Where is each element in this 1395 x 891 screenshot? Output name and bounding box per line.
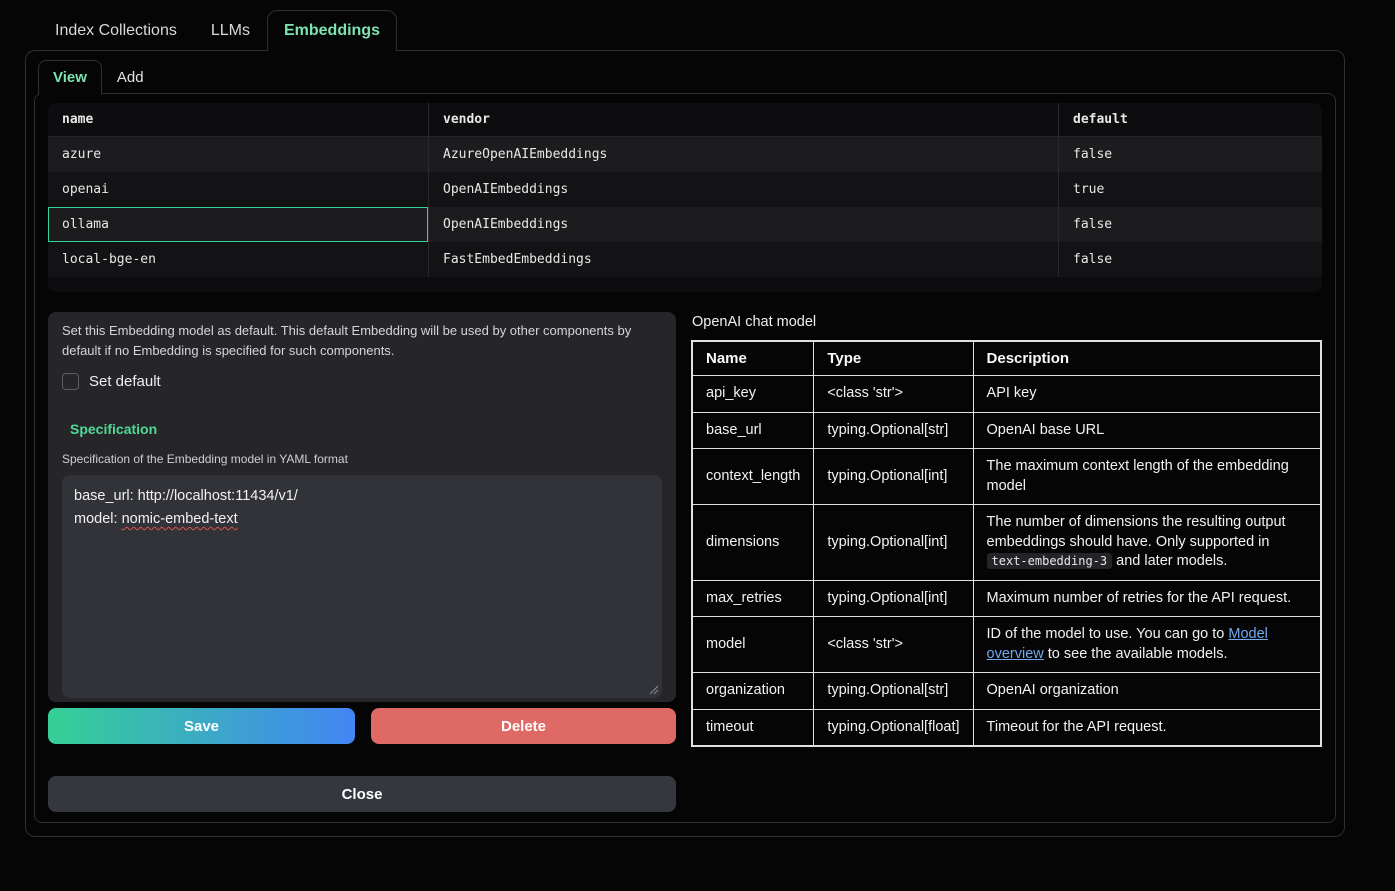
table-row[interactable]: ollamaOpenAIEmbeddingsfalse bbox=[48, 207, 1322, 242]
delete-button[interactable]: Delete bbox=[371, 708, 676, 744]
table-row[interactable]: openaiOpenAIEmbeddingstrue bbox=[48, 172, 1322, 207]
param-type: typing.Optional[int] bbox=[814, 505, 973, 581]
top-tab-bar: Index CollectionsLLMsEmbeddings bbox=[25, 10, 1370, 50]
param-type: typing.Optional[str] bbox=[814, 412, 973, 449]
docs-row-base-url: base_urltyping.Optional[str]OpenAI base … bbox=[692, 412, 1321, 449]
docs-column-type: Type bbox=[814, 341, 973, 376]
yaml-spec-editor[interactable]: base_url: http://localhost:11434/v1/ mod… bbox=[62, 475, 662, 698]
param-description: OpenAI base URL bbox=[973, 412, 1321, 449]
cell-vendor[interactable]: FastEmbedEmbeddings bbox=[428, 242, 1058, 277]
param-name: context_length bbox=[692, 449, 814, 505]
embeddings-table-body: azureAzureOpenAIEmbeddingsfalseopenaiOpe… bbox=[48, 137, 1322, 277]
param-type: typing.Optional[int] bbox=[814, 580, 973, 617]
docs-table-title: OpenAI chat model bbox=[692, 314, 1322, 330]
docs-row-api-key: api_key<class 'str'>API key bbox=[692, 376, 1321, 413]
embedding-detail-form: Set this Embedding model as default. Thi… bbox=[48, 312, 676, 702]
cell-vendor[interactable]: AzureOpenAIEmbeddings bbox=[428, 137, 1058, 172]
param-description: OpenAI organization bbox=[973, 673, 1321, 710]
misspelled-word: nomic-embed-text bbox=[122, 511, 238, 527]
param-description: API key bbox=[973, 376, 1321, 413]
param-type: <class 'str'> bbox=[814, 376, 973, 413]
cell-default[interactable]: false bbox=[1058, 207, 1322, 242]
embeddings-panel: ViewAdd namevendordefault azureAzureOpen… bbox=[25, 50, 1345, 837]
table-row[interactable]: local-bge-enFastEmbedEmbeddingsfalse bbox=[48, 242, 1322, 277]
docs-column-description: Description bbox=[973, 341, 1321, 376]
resize-handle-icon[interactable] bbox=[648, 684, 659, 695]
docs-header-row: NameTypeDescription bbox=[692, 341, 1321, 376]
cell-name[interactable]: openai bbox=[48, 172, 428, 207]
param-type: <class 'str'> bbox=[814, 617, 973, 673]
embeddings-table-header: namevendordefault bbox=[48, 103, 1322, 137]
param-name: max_retries bbox=[692, 580, 814, 617]
specification-heading: Specification bbox=[70, 421, 662, 437]
tab-add[interactable]: Add bbox=[102, 60, 159, 94]
param-name: api_key bbox=[692, 376, 814, 413]
cell-default[interactable]: false bbox=[1058, 137, 1322, 172]
save-button[interactable]: Save bbox=[48, 708, 355, 744]
cell-vendor[interactable]: OpenAIEmbeddings bbox=[428, 207, 1058, 242]
set-default-help-text: Set this Embedding model as default. Thi… bbox=[62, 321, 662, 360]
param-description: The number of dimensions the resulting o… bbox=[973, 505, 1321, 581]
column-header-name: name bbox=[48, 103, 428, 136]
set-default-checkbox[interactable] bbox=[62, 373, 79, 390]
table-row[interactable]: azureAzureOpenAIEmbeddingsfalse bbox=[48, 137, 1322, 172]
param-description: Maximum number of retries for the API re… bbox=[973, 580, 1321, 617]
param-name: model bbox=[692, 617, 814, 673]
column-header-vendor: vendor bbox=[428, 103, 1058, 136]
docs-row-timeout: timeouttyping.Optional[float]Timeout for… bbox=[692, 709, 1321, 746]
docs-table-body: api_key<class 'str'>API keybase_urltypin… bbox=[692, 376, 1321, 747]
yaml-line-1: base_url: http://localhost:11434/v1/ bbox=[74, 485, 650, 508]
param-name: base_url bbox=[692, 412, 814, 449]
view-tab-panel: namevendordefault azureAzureOpenAIEmbedd… bbox=[34, 93, 1336, 823]
tab-view[interactable]: View bbox=[38, 60, 102, 94]
cell-default[interactable]: false bbox=[1058, 242, 1322, 277]
docs-column-name: Name bbox=[692, 341, 814, 376]
cell-vendor[interactable]: OpenAIEmbeddings bbox=[428, 172, 1058, 207]
cell-name[interactable]: local-bge-en bbox=[48, 242, 428, 277]
column-header-default: default bbox=[1058, 103, 1322, 136]
param-description: ID of the model to use. You can go to Mo… bbox=[973, 617, 1321, 673]
param-name: dimensions bbox=[692, 505, 814, 581]
param-description: The maximum context length of the embedd… bbox=[973, 449, 1321, 505]
tab-llms[interactable]: LLMs bbox=[194, 10, 267, 51]
param-type: typing.Optional[float] bbox=[814, 709, 973, 746]
embeddings-table: namevendordefault azureAzureOpenAIEmbedd… bbox=[48, 103, 1322, 292]
yaml-line-2: model: nomic-embed-text bbox=[74, 508, 650, 531]
set-default-label: Set default bbox=[89, 373, 161, 390]
cell-default[interactable]: true bbox=[1058, 172, 1322, 207]
close-button[interactable]: Close bbox=[48, 776, 676, 812]
cell-name[interactable]: ollama bbox=[48, 207, 428, 242]
param-type: typing.Optional[str] bbox=[814, 673, 973, 710]
param-name: timeout bbox=[692, 709, 814, 746]
view-add-tab-bar: ViewAdd bbox=[38, 60, 1336, 93]
set-default-checkbox-row[interactable]: Set default bbox=[62, 373, 662, 390]
docs-row-dimensions: dimensionstyping.Optional[int]The number… bbox=[692, 505, 1321, 581]
param-type: typing.Optional[int] bbox=[814, 449, 973, 505]
tab-embeddings[interactable]: Embeddings bbox=[267, 10, 397, 51]
specification-help-text: Specification of the Embedding model in … bbox=[62, 452, 662, 466]
param-name: organization bbox=[692, 673, 814, 710]
docs-row-model: model<class 'str'>ID of the model to use… bbox=[692, 617, 1321, 673]
docs-row-context-length: context_lengthtyping.Optional[int]The ma… bbox=[692, 449, 1321, 505]
inline-code: text-embedding-3 bbox=[987, 553, 1113, 569]
model-params-table: NameTypeDescription api_key<class 'str'>… bbox=[691, 340, 1322, 747]
tab-index-collections[interactable]: Index Collections bbox=[38, 10, 194, 51]
param-description: Timeout for the API request. bbox=[973, 709, 1321, 746]
docs-row-max-retries: max_retriestyping.Optional[int]Maximum n… bbox=[692, 580, 1321, 617]
cell-name[interactable]: azure bbox=[48, 137, 428, 172]
model-overview-link[interactable]: Model overview bbox=[987, 626, 1268, 662]
docs-row-organization: organizationtyping.Optional[str]OpenAI o… bbox=[692, 673, 1321, 710]
